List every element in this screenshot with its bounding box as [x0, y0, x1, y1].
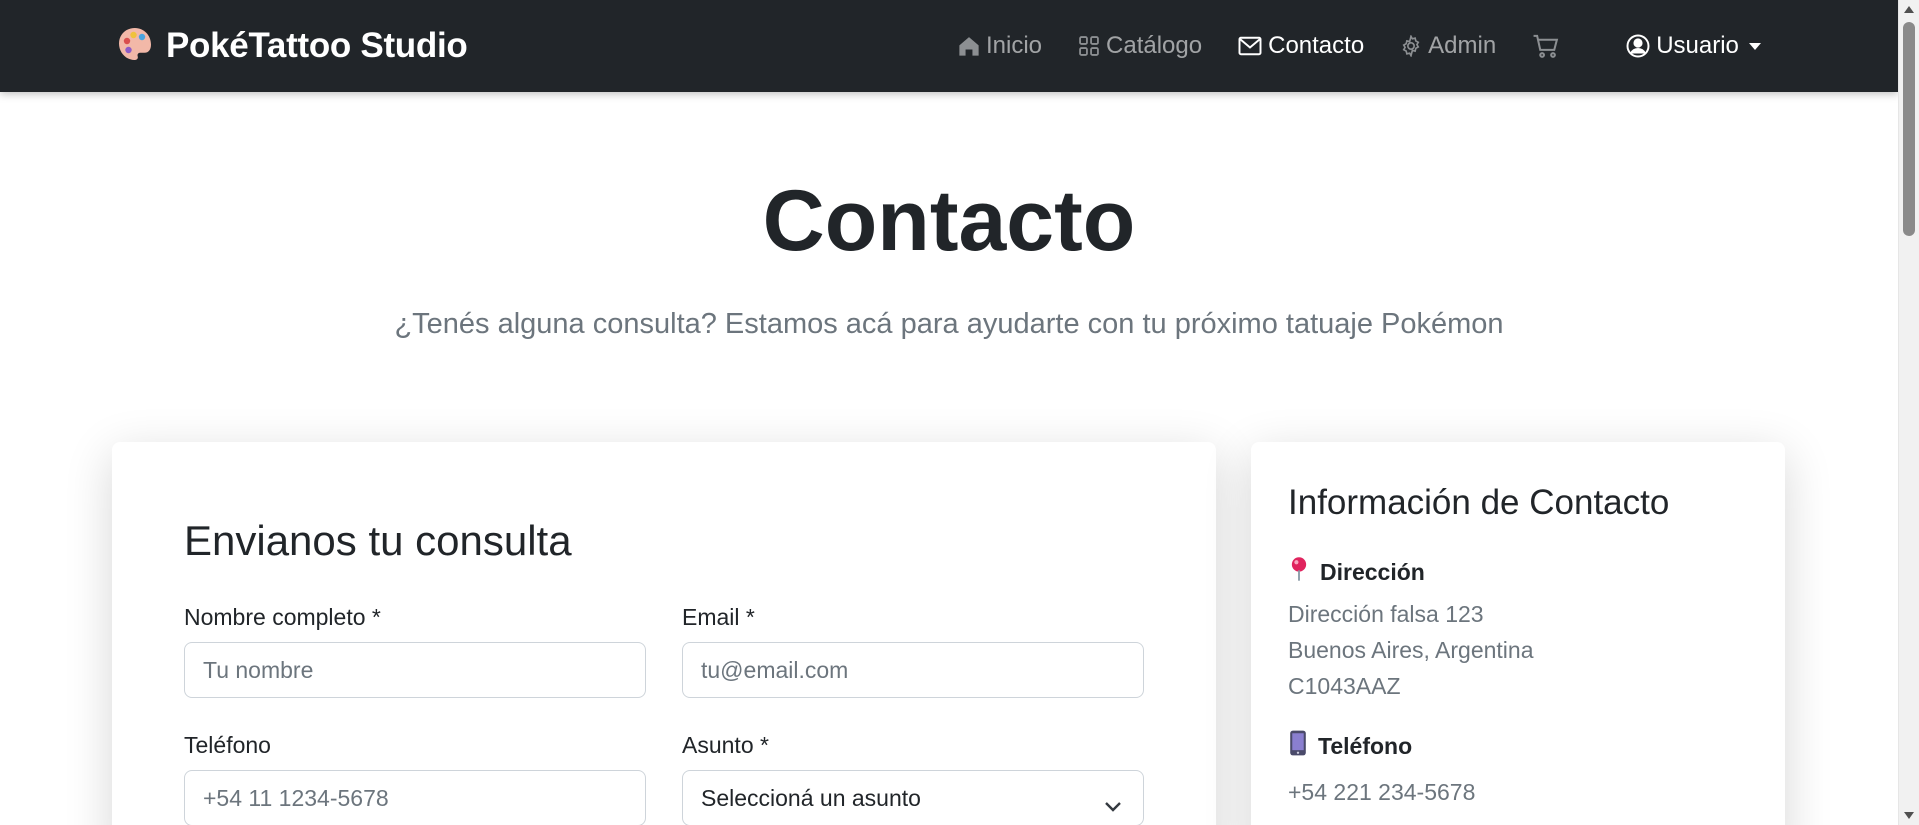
nav-link-inicio[interactable]: Inicio	[958, 32, 1042, 60]
page-subtitle: ¿Tenés alguna consulta? Estamos acá para…	[394, 308, 1504, 340]
mobile-phone-icon	[1288, 730, 1308, 762]
nav-link-admin[interactable]: Admin	[1400, 32, 1496, 60]
brand-link[interactable]: PokéTattoo Studio	[116, 25, 468, 68]
grid-icon	[1078, 35, 1100, 57]
phone-value: +54 221 234-5678	[1288, 779, 1476, 805]
scroll-down-arrow-icon[interactable]	[1904, 812, 1914, 819]
nav-link-label: Admin	[1428, 32, 1497, 59]
page: PokéTattoo Studio Inicio Catálogo Contac…	[0, 0, 1898, 825]
info-title: Información de Contacto	[1288, 483, 1670, 522]
subject-select[interactable]: Seleccioná un asunto	[682, 770, 1144, 825]
palette-icon	[116, 25, 154, 68]
nav-link-label: Inicio	[986, 32, 1043, 59]
nav-link-label: Catálogo	[1106, 32, 1203, 59]
phone-input[interactable]	[184, 770, 646, 825]
address-line: C1043AAZ	[1288, 673, 1401, 699]
scroll-up-arrow-icon[interactable]	[1904, 6, 1914, 13]
brand-name: PokéTattoo Studio	[166, 26, 468, 65]
phone-info-label: Teléfono	[1318, 732, 1413, 759]
email-field: Email *	[682, 602, 1144, 698]
navbar: PokéTattoo Studio Inicio Catálogo Contac…	[0, 0, 1898, 92]
subject-field: Asunto * Seleccioná un asunto	[682, 730, 1144, 825]
house-icon	[958, 35, 980, 57]
gear-icon	[1400, 35, 1422, 57]
user-menu-label: Usuario	[1656, 32, 1739, 59]
name-input[interactable]	[184, 642, 646, 698]
scrollbar-thumb[interactable]	[1903, 22, 1915, 236]
email-input[interactable]	[682, 642, 1144, 698]
address-heading: Dirección	[1288, 556, 1425, 588]
cart-icon	[1532, 33, 1560, 59]
form-title: Envianos tu consulta	[184, 517, 572, 564]
email-label: Email *	[682, 604, 755, 630]
address-line: Buenos Aires, Argentina	[1288, 637, 1534, 663]
cart-button[interactable]	[1532, 33, 1560, 59]
subject-label: Asunto *	[682, 732, 769, 758]
name-field: Nombre completo *	[184, 602, 646, 698]
subject-select-wrapper: Seleccioná un asunto	[682, 770, 1144, 825]
envelope-icon	[1238, 35, 1262, 57]
phone-label: Teléfono	[184, 732, 271, 758]
user-menu-dropdown[interactable]: Usuario	[1626, 32, 1761, 60]
address-label: Dirección	[1320, 558, 1425, 585]
name-label: Nombre completo *	[184, 604, 381, 630]
pin-icon	[1288, 556, 1310, 588]
person-circle-icon	[1626, 34, 1650, 58]
contact-info-card: Información de Contacto Dirección Direcc…	[1251, 442, 1785, 825]
phone-field: Teléfono	[184, 730, 646, 825]
nav-link-catalogo[interactable]: Catálogo	[1078, 32, 1202, 60]
address-line: Dirección falsa 123	[1288, 601, 1484, 627]
nav-link-contacto[interactable]: Contacto	[1238, 32, 1364, 60]
nav-link-label: Contacto	[1268, 32, 1365, 59]
nav-links: Inicio Catálogo Contacto Admin Usuario	[958, 28, 1761, 64]
phone-heading: Teléfono	[1288, 730, 1412, 762]
contact-form-card: Envianos tu consulta Nombre completo * E…	[112, 442, 1216, 825]
page-title: Contacto	[762, 173, 1136, 269]
caret-down-icon	[1748, 42, 1761, 50]
vertical-scrollbar[interactable]	[1898, 0, 1919, 825]
